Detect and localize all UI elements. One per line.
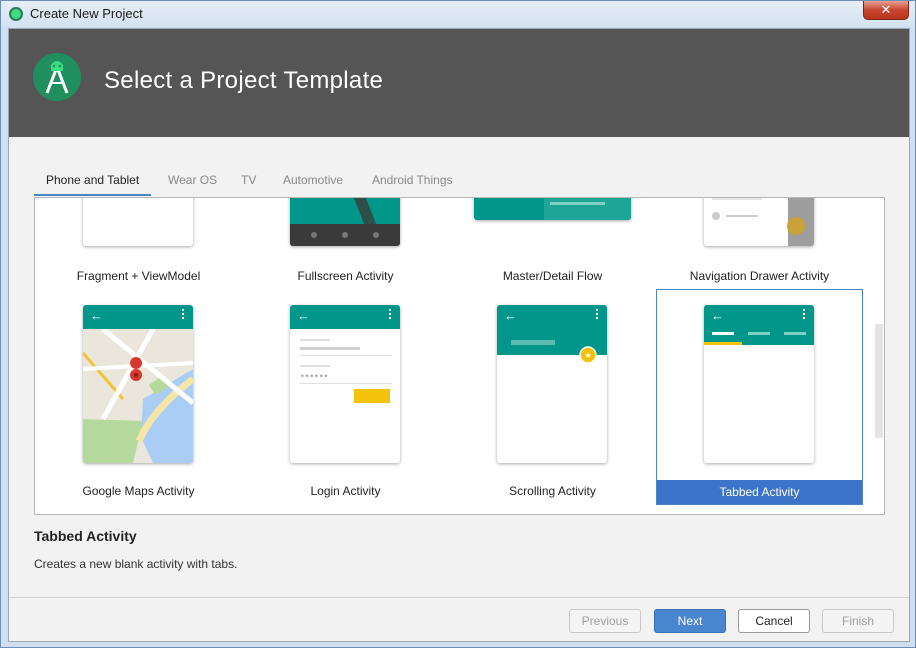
template-label: Fragment + ViewModel xyxy=(76,269,201,283)
finish-button[interactable]: Finish xyxy=(822,609,894,633)
footer-divider xyxy=(9,597,909,598)
svg-text:★: ★ xyxy=(585,351,592,360)
template-card-google-maps-activity[interactable]: ← Google Maps Activity xyxy=(35,289,242,505)
template-preview xyxy=(83,198,193,246)
title-bar: Create New Project ✕ xyxy=(1,1,915,27)
template-label: Login Activity xyxy=(310,484,381,498)
page-title: Select a Project Template xyxy=(104,67,384,94)
previous-button[interactable]: Previous xyxy=(569,609,641,633)
template-label: Tabbed Activity xyxy=(657,480,862,504)
template-preview xyxy=(704,198,814,246)
scrolling-illustration: ★ xyxy=(511,340,597,364)
template-card-master-detail-flow[interactable]: Master/Detail Flow xyxy=(449,198,656,288)
template-preview xyxy=(474,198,631,220)
android-studio-logo-icon xyxy=(33,53,81,101)
window-title: Create New Project xyxy=(30,6,143,21)
template-description-text: Creates a new blank activity with tabs. xyxy=(34,557,238,571)
back-arrow-icon: ← xyxy=(90,308,103,323)
template-card-tabbed-activity[interactable]: ← Tabbed Activity xyxy=(656,289,863,505)
template-card-fragment-viewmodel[interactable]: Fragment + ViewModel xyxy=(35,198,242,288)
tab-tv[interactable]: TV xyxy=(241,166,256,196)
template-preview: ← xyxy=(83,305,193,463)
scrollbar-thumb[interactable] xyxy=(875,324,883,438)
template-label: Fullscreen Activity xyxy=(297,269,394,283)
template-card-scrolling-activity[interactable]: ← ★ Scrolling Activity xyxy=(449,289,656,505)
gallery-scrollbar[interactable] xyxy=(873,198,884,514)
android-studio-icon xyxy=(9,7,23,21)
tab-phone-and-tablet[interactable]: Phone and Tablet xyxy=(34,166,152,196)
template-label: Scrolling Activity xyxy=(509,484,596,498)
map-illustration xyxy=(83,329,193,463)
dialog-content: Select a Project Template Phone and Tabl… xyxy=(8,28,910,642)
next-button[interactable]: Next xyxy=(654,609,726,633)
template-preview: ← •••••• xyxy=(290,305,400,463)
login-form-illustration: •••••• xyxy=(300,339,392,403)
close-button[interactable]: ✕ xyxy=(863,1,909,20)
template-description-title: Tabbed Activity xyxy=(34,528,137,544)
tab-automotive[interactable]: Automotive xyxy=(283,166,343,196)
app-bar: ← xyxy=(83,305,193,329)
tab-android-things[interactable]: Android Things xyxy=(372,166,453,196)
cancel-button[interactable]: Cancel xyxy=(738,609,810,633)
template-card-navigation-drawer-activity[interactable]: Navigation Drawer Activity xyxy=(656,198,863,288)
template-card-login-activity[interactable]: ← •••••• Login Activity xyxy=(242,289,449,505)
template-preview: ← ★ xyxy=(497,305,607,463)
svg-text:••••••: •••••• xyxy=(300,372,328,381)
back-arrow-icon: ← xyxy=(297,308,310,323)
template-preview xyxy=(290,198,400,246)
dialog-window: Create New Project ✕ Select a Project Te… xyxy=(0,0,916,648)
overflow-menu-icon xyxy=(389,309,392,321)
tabs-illustration xyxy=(704,332,806,345)
template-label: Google Maps Activity xyxy=(82,484,195,498)
header-banner: Select a Project Template xyxy=(9,29,909,137)
template-gallery: Fragment + ViewModel Fullscreen Activity xyxy=(34,197,885,515)
template-preview: ← xyxy=(704,305,814,463)
app-bar: ← xyxy=(290,305,400,329)
template-label: Navigation Drawer Activity xyxy=(689,269,830,283)
template-label: Master/Detail Flow xyxy=(502,269,603,283)
template-card-fullscreen-activity[interactable]: Fullscreen Activity xyxy=(242,198,449,288)
overflow-menu-icon xyxy=(182,309,185,321)
tab-wear-os[interactable]: Wear OS xyxy=(168,166,217,196)
